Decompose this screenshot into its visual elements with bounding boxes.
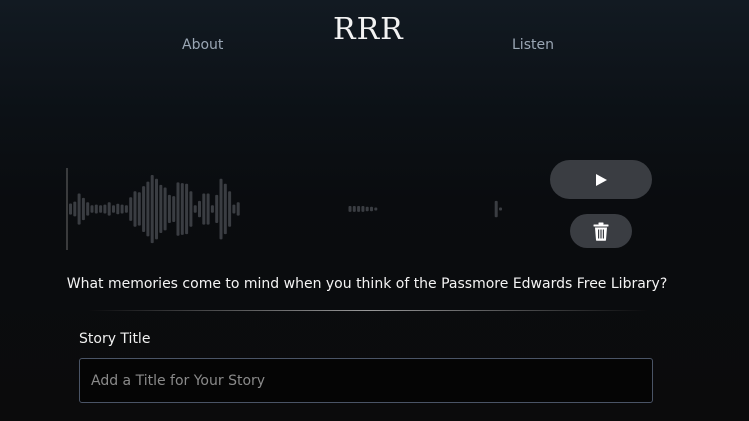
nav-about-link[interactable]: About: [182, 37, 223, 53]
waveform-bar: [352, 206, 356, 212]
waveform-bar: [73, 201, 77, 217]
waveform-bar: [198, 200, 201, 218]
waveform-bar: [124, 205, 128, 213]
site-logo[interactable]: RRR: [333, 12, 404, 47]
waveform-bar: [223, 183, 227, 235]
waveform-bar: [129, 197, 133, 221]
waveform-bar: [69, 203, 72, 215]
waveform-bar: [146, 181, 150, 237]
waveform-bar: [86, 202, 90, 216]
waveform-bar: [116, 203, 120, 215]
waveform-bar: [210, 205, 214, 213]
delete-recording-button[interactable]: [570, 214, 632, 248]
waveform-bar: [167, 194, 171, 223]
waveform-bars: [69, 175, 502, 244]
waveform-bar: [370, 206, 373, 212]
audio-waveform[interactable]: [66, 168, 536, 250]
waveform-bar: [206, 193, 210, 225]
waveform-bar: [90, 205, 94, 213]
waveform-bar: [176, 182, 180, 236]
story-prompt: What memories come to mind when you thin…: [66, 276, 668, 292]
waveform-bar: [107, 202, 111, 216]
waveform-bar: [202, 193, 206, 225]
waveform-bar: [120, 204, 124, 214]
waveform-bar: [215, 194, 219, 223]
waveform-bar: [180, 183, 184, 235]
story-title-input[interactable]: [79, 358, 653, 403]
waveform-bar: [228, 191, 232, 227]
play-icon: [596, 173, 607, 186]
waveform-bar: [357, 206, 361, 212]
waveform-bar: [155, 178, 158, 240]
waveform-bar: [142, 186, 146, 232]
waveform-bar: [219, 178, 223, 240]
waveform-bar: [81, 197, 85, 221]
waveform-bar: [232, 204, 236, 214]
waveform-bar: [494, 200, 498, 218]
waveform-bar: [77, 193, 81, 225]
waveform-bar: [94, 204, 98, 214]
trash-icon: [593, 222, 609, 241]
waveform-bar: [193, 205, 197, 213]
story-title-label: Story Title: [79, 331, 151, 347]
waveform-bar: [159, 184, 163, 233]
waveform-bar: [236, 202, 240, 216]
nav-listen-link[interactable]: Listen: [512, 37, 554, 53]
waveform-bar: [172, 196, 176, 222]
waveform-bar: [189, 191, 193, 227]
waveform-bar: [163, 187, 167, 231]
play-button[interactable]: [550, 160, 652, 199]
waveform-bar: [361, 206, 365, 212]
waveform-bar: [348, 206, 352, 212]
waveform-bar: [137, 192, 141, 226]
waveform-bar: [99, 205, 103, 213]
waveform-bar: [103, 204, 107, 214]
waveform-bar: [365, 206, 369, 212]
waveform-bar: [374, 207, 378, 211]
waveform-bar: [185, 183, 189, 235]
waveform-bar: [150, 175, 154, 244]
waveform-bar: [133, 191, 137, 227]
waveform-bar: [112, 205, 115, 213]
prompt-divider: [88, 310, 648, 311]
waveform-bar: [499, 207, 502, 211]
